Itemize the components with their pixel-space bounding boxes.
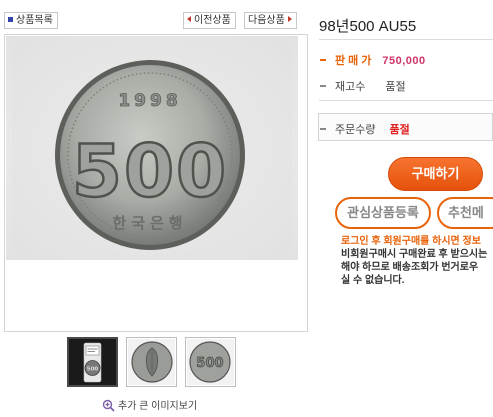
info-divider — [319, 100, 493, 101]
svg-text:500: 500 — [87, 367, 99, 373]
price-label: 판매가 — [335, 55, 375, 67]
coin-denomination: 500 — [72, 129, 228, 213]
next-product-label: 다음상품 — [248, 15, 285, 26]
slab-image: 500 — [69, 339, 116, 385]
product-list-label: 상품목록 — [16, 15, 53, 26]
square-bullet-icon — [8, 17, 13, 22]
next-product-button[interactable]: 다음상품 — [244, 12, 297, 29]
notice-line-2: 비회원구매시 구매완료 후 받으시는 — [341, 249, 488, 260]
notice-line-4: 실 수 없습니다. — [341, 275, 405, 286]
bigger-image-label: 추가 큰 이미지보기 — [118, 401, 198, 412]
slab-thumbnail[interactable]: 500 — [67, 337, 118, 387]
purchase-notice: 로그인 후 회원구매를 하시면 정보 비회원구매시 구매완료 후 받으시는 해야… — [341, 235, 493, 287]
buy-button[interactable]: 구매하기 — [388, 157, 483, 191]
title-divider — [319, 39, 493, 40]
product-nav: 상품목록 이전상품 다음상품 — [4, 12, 308, 30]
dash-bullet-icon — [320, 59, 326, 61]
zoom-icon — [102, 399, 115, 412]
stock-value: 품절 — [385, 81, 406, 93]
main-product-image[interactable]: 1998 500 한국은행 — [6, 36, 298, 260]
notice-line-1: 로그인 후 회원구매를 하시면 정보 — [341, 236, 481, 247]
previous-product-button[interactable]: 이전상품 — [183, 12, 236, 29]
product-title: 98년500 AU55 — [319, 18, 417, 35]
quantity-row: 주문수량 품절 — [320, 121, 410, 137]
bigger-image-link[interactable]: 추가 큰 이미지보기 — [102, 397, 198, 412]
notice-line-3: 해야 하므로 배송조회가 번거로우 — [341, 262, 479, 273]
previous-product-label: 이전상품 — [194, 15, 231, 26]
product-list-button[interactable]: 상품목록 — [4, 12, 58, 29]
svg-text:500: 500 — [196, 356, 223, 371]
stock-row: 재고수 품절 — [320, 78, 406, 94]
stock-label: 재고수 — [335, 81, 366, 93]
obverse-thumbnail[interactable] — [126, 337, 177, 387]
arrow-right-icon — [287, 16, 292, 22]
wishlist-button[interactable]: 관심상품등록 — [335, 197, 431, 229]
dash-bullet-icon — [320, 85, 326, 87]
recommend-button[interactable]: 추천메 — [437, 197, 493, 229]
price-value: 750,000 — [382, 55, 426, 67]
quantity-label: 주문수량 — [335, 124, 376, 136]
reverse-image: 500 — [187, 339, 234, 385]
reverse-thumbnail[interactable]: 500 — [185, 337, 236, 387]
quantity-value: 품절 — [389, 124, 410, 136]
arrow-left-icon — [187, 16, 191, 22]
obverse-image — [128, 339, 175, 385]
dash-bullet-icon — [320, 128, 326, 130]
coin-year-text: 1998 — [118, 91, 181, 111]
coin-bottom-text: 한국은행 — [112, 214, 187, 232]
price-row: 판매가 750,000 — [320, 52, 426, 68]
